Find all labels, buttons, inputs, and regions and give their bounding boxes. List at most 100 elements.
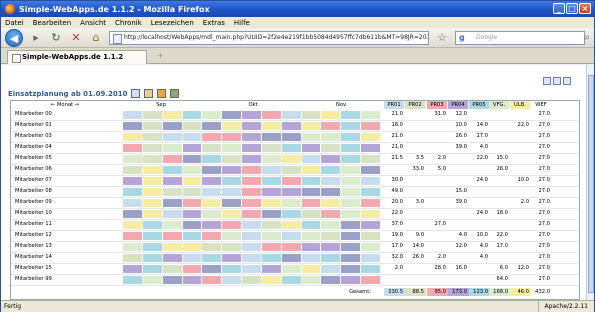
allocation-cell[interactable] <box>261 133 281 141</box>
allocation-cell[interactable] <box>222 177 242 185</box>
allocation-cell[interactable] <box>162 232 182 240</box>
allocation-cell[interactable] <box>301 199 321 207</box>
allocation-cell[interactable] <box>301 166 321 174</box>
allocation-cell[interactable] <box>301 133 321 141</box>
allocation-cell[interactable] <box>162 254 182 262</box>
allocation-cell[interactable] <box>301 144 321 152</box>
allocation-cell[interactable] <box>361 177 380 185</box>
allocation-cell[interactable] <box>341 199 361 207</box>
search-input[interactable]: Google <box>455 30 585 45</box>
allocation-cell[interactable] <box>182 122 202 130</box>
allocation-cell[interactable] <box>123 210 142 218</box>
allocation-cell[interactable] <box>341 133 361 141</box>
allocation-cell[interactable] <box>242 221 261 229</box>
allocation-cell[interactable] <box>182 111 202 119</box>
allocation-cell[interactable] <box>321 232 341 240</box>
allocation-cell[interactable] <box>123 188 142 196</box>
allocation-cell[interactable] <box>182 265 202 273</box>
allocation-cell[interactable] <box>321 111 341 119</box>
allocation-cell[interactable] <box>361 188 380 196</box>
scrollbar-thumb[interactable] <box>588 75 594 293</box>
allocation-cell[interactable] <box>222 232 242 240</box>
allocation-cell[interactable] <box>202 133 222 141</box>
allocation-cell[interactable] <box>202 144 222 152</box>
allocation-cell[interactable] <box>162 155 182 163</box>
allocation-cell[interactable] <box>222 111 242 119</box>
allocation-cell[interactable] <box>162 111 182 119</box>
allocation-cell[interactable] <box>341 177 361 185</box>
allocation-cell[interactable] <box>281 177 301 185</box>
allocation-cell[interactable] <box>202 265 222 273</box>
allocation-cell[interactable] <box>242 111 261 119</box>
allocation-cell[interactable] <box>261 199 281 207</box>
allocation-cell[interactable] <box>182 243 202 251</box>
allocation-cell[interactable] <box>202 155 222 163</box>
allocation-cell[interactable] <box>182 210 202 218</box>
allocation-cell[interactable] <box>123 221 142 229</box>
back-icon[interactable]: ◀ <box>5 28 23 47</box>
allocation-cell[interactable] <box>142 232 162 240</box>
allocation-cell[interactable] <box>142 210 162 218</box>
allocation-cell[interactable] <box>341 276 361 284</box>
allocation-cell[interactable] <box>182 177 202 185</box>
allocation-cell[interactable] <box>321 221 341 229</box>
allocation-cell[interactable] <box>142 243 162 251</box>
allocation-cell[interactable] <box>361 166 380 174</box>
allocation-cell[interactable] <box>341 188 361 196</box>
allocation-cell[interactable] <box>142 199 162 207</box>
allocation-cell[interactable] <box>341 144 361 152</box>
allocation-cell[interactable] <box>281 276 301 284</box>
new-tab-button[interactable]: + <box>157 51 164 60</box>
allocation-cell[interactable] <box>182 155 202 163</box>
allocation-cell[interactable] <box>361 232 380 240</box>
allocation-cell[interactable] <box>142 111 162 119</box>
allocation-cell[interactable] <box>341 254 361 262</box>
allocation-cell[interactable] <box>281 210 301 218</box>
allocation-cell[interactable] <box>361 210 380 218</box>
allocation-cell[interactable] <box>202 122 222 130</box>
print-icon[interactable] <box>543 77 551 85</box>
allocation-cell[interactable] <box>142 276 162 284</box>
allocation-cell[interactable] <box>341 243 361 251</box>
allocation-cell[interactable] <box>202 254 222 262</box>
allocation-cell[interactable] <box>123 177 142 185</box>
allocation-cell[interactable] <box>242 122 261 130</box>
allocation-cell[interactable] <box>321 133 341 141</box>
allocation-cell[interactable] <box>321 177 341 185</box>
allocation-cell[interactable] <box>242 254 261 262</box>
allocation-cell[interactable] <box>281 166 301 174</box>
allocation-cell[interactable] <box>123 232 142 240</box>
menu-datei[interactable]: Datei <box>5 19 24 27</box>
allocation-cell[interactable] <box>162 221 182 229</box>
allocation-cell[interactable] <box>281 188 301 196</box>
allocation-cell[interactable] <box>162 177 182 185</box>
allocation-cell[interactable] <box>242 276 261 284</box>
allocation-cell[interactable] <box>321 144 341 152</box>
allocation-cell[interactable] <box>361 199 380 207</box>
allocation-cell[interactable] <box>361 276 380 284</box>
allocation-cell[interactable] <box>281 221 301 229</box>
allocation-cell[interactable] <box>341 122 361 130</box>
allocation-cell[interactable] <box>341 111 361 119</box>
allocation-cell[interactable] <box>301 232 321 240</box>
allocation-cell[interactable] <box>361 155 380 163</box>
allocation-cell[interactable] <box>281 243 301 251</box>
allocation-cell[interactable] <box>341 155 361 163</box>
allocation-cell[interactable] <box>222 243 242 251</box>
allocation-cell[interactable] <box>321 210 341 218</box>
allocation-cell[interactable] <box>261 177 281 185</box>
allocation-cell[interactable] <box>222 221 242 229</box>
allocation-cell[interactable] <box>361 111 380 119</box>
menu-bearbeiten[interactable]: Bearbeiten <box>33 19 71 27</box>
allocation-cell[interactable] <box>341 210 361 218</box>
allocation-cell[interactable] <box>321 276 341 284</box>
allocation-cell[interactable] <box>361 122 380 130</box>
minimize-button[interactable]: _ <box>553 3 565 14</box>
allocation-cell[interactable] <box>242 177 261 185</box>
allocation-cell[interactable] <box>123 276 142 284</box>
allocation-cell[interactable] <box>202 111 222 119</box>
allocation-cell[interactable] <box>361 243 380 251</box>
allocation-cell[interactable] <box>222 144 242 152</box>
vertical-scrollbar[interactable] <box>586 65 594 300</box>
allocation-cell[interactable] <box>242 232 261 240</box>
